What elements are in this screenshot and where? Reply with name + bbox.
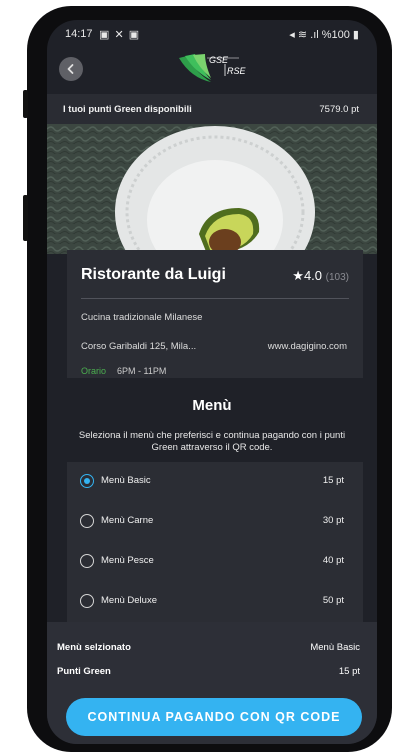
menu-option-label: Menù Deluxe (101, 595, 157, 606)
menu-option-deluxe[interactable]: Menù Deluxe 50 pt (67, 582, 363, 622)
menu-option-carne[interactable]: Menù Carne 30 pt (67, 502, 363, 542)
radio-unselected-icon[interactable] (80, 514, 94, 528)
card-divider (81, 298, 349, 299)
radio-unselected-icon[interactable] (80, 594, 94, 608)
restaurant-name: Ristorante da Luigi (81, 266, 226, 283)
volume-button (23, 90, 28, 118)
system-status-icons: ◂ ≋ .ıl %100 ▮ (289, 29, 359, 41)
menu-option-points: 50 pt (322, 595, 344, 606)
restaurant-info-card: Ristorante da Luigi ★4.0 (103) Cucina tr… (67, 250, 363, 378)
green-points-label: Punti Green (57, 666, 111, 677)
review-count: (103) (325, 272, 349, 283)
menu-option-label: Menù Basic (101, 475, 151, 486)
hours-value: 6PM - 11PM (117, 366, 167, 376)
menu-option-points: 40 pt (322, 555, 344, 566)
star-icon: ★ (292, 268, 304, 283)
restaurant-rating[interactable]: ★4.0 (103) (292, 268, 349, 284)
notification-icons: ▣ ✕ ▣ (99, 29, 141, 41)
chevron-left-icon (67, 64, 74, 74)
menu-option-basic[interactable]: Menù Basic 15 pt (67, 462, 363, 502)
selected-menu-value: Menù Basic (310, 642, 360, 653)
menu-options-list: Menù Basic 15 pt Menù Carne 30 pt Menù P… (67, 462, 363, 622)
logo-text-gse: GSE (209, 55, 229, 65)
menu-option-points: 30 pt (322, 515, 344, 526)
points-label: I tuoi punti Green disponibili (63, 104, 192, 115)
selected-menu-label: Menù selzionato (57, 642, 131, 653)
restaurant-cuisine: Cucina tradizionale Milanese (81, 312, 203, 323)
order-summary-panel: Menù selzionato Menù Basic Punti Green 1… (47, 622, 377, 744)
radio-unselected-icon[interactable] (80, 554, 94, 568)
status-time: 14:17 (65, 28, 93, 40)
menu-title: Menù (192, 397, 232, 414)
menu-subtitle: Seleziona il menù che preferisci e conti… (78, 430, 346, 453)
menu-option-points: 15 pt (322, 475, 344, 486)
plate-avocado-image (47, 124, 377, 254)
green-points-value: 15 pt (338, 666, 360, 677)
restaurant-website-link[interactable]: www.dagigino.com (268, 341, 347, 352)
menu-option-pesce[interactable]: Menù Pesce 40 pt (67, 542, 363, 582)
restaurant-hero-image (47, 124, 377, 254)
power-button (23, 195, 28, 241)
points-value: 7579.0 pt (319, 104, 359, 115)
top-bar: GSE RSE (47, 46, 377, 94)
points-bar: I tuoi punti Green disponibili 7579.0 pt (47, 94, 377, 124)
restaurant-address[interactable]: Corso Garibaldi 125, Mila... (81, 341, 196, 352)
rating-value: 4.0 (303, 268, 323, 283)
continue-qr-button[interactable]: CONTINUA PAGANDO CON QR CODE (66, 698, 362, 736)
radio-selected-icon[interactable] (80, 474, 94, 488)
back-button[interactable] (59, 57, 83, 81)
menu-option-label: Menù Carne (101, 515, 154, 526)
logo-text-rse: RSE (227, 66, 246, 76)
menu-option-label: Menù Pesce (101, 555, 154, 566)
hours-label: Orario (81, 366, 107, 376)
app-logo: GSE RSE (177, 52, 249, 88)
app-screen: 14:17 ▣ ✕ ▣ ◂ ≋ .ıl %100 ▮ GSE RSE I tuo… (47, 20, 377, 744)
status-bar: 14:17 ▣ ✕ ▣ ◂ ≋ .ıl %100 ▮ (47, 20, 377, 46)
